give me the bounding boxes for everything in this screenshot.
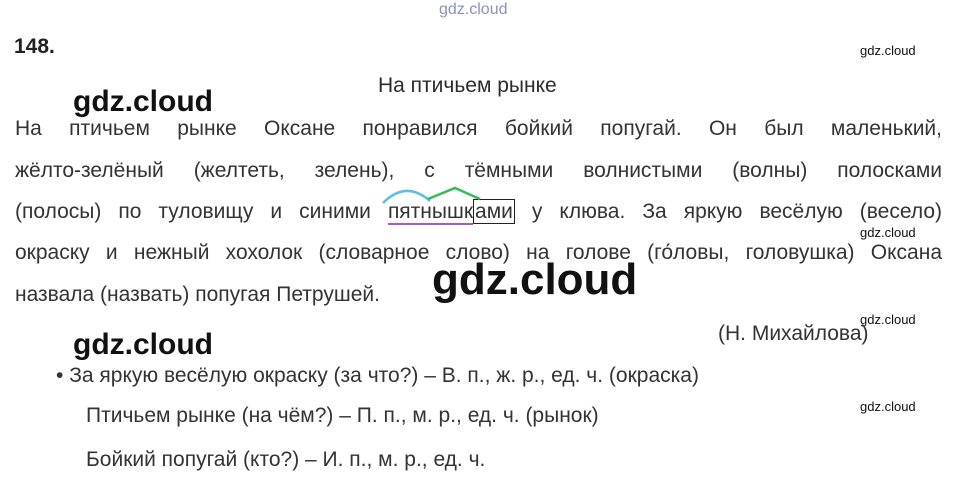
suffix-mark — [427, 186, 481, 201]
morpheme-marks — [382, 186, 481, 204]
prefix-arc — [382, 189, 431, 204]
